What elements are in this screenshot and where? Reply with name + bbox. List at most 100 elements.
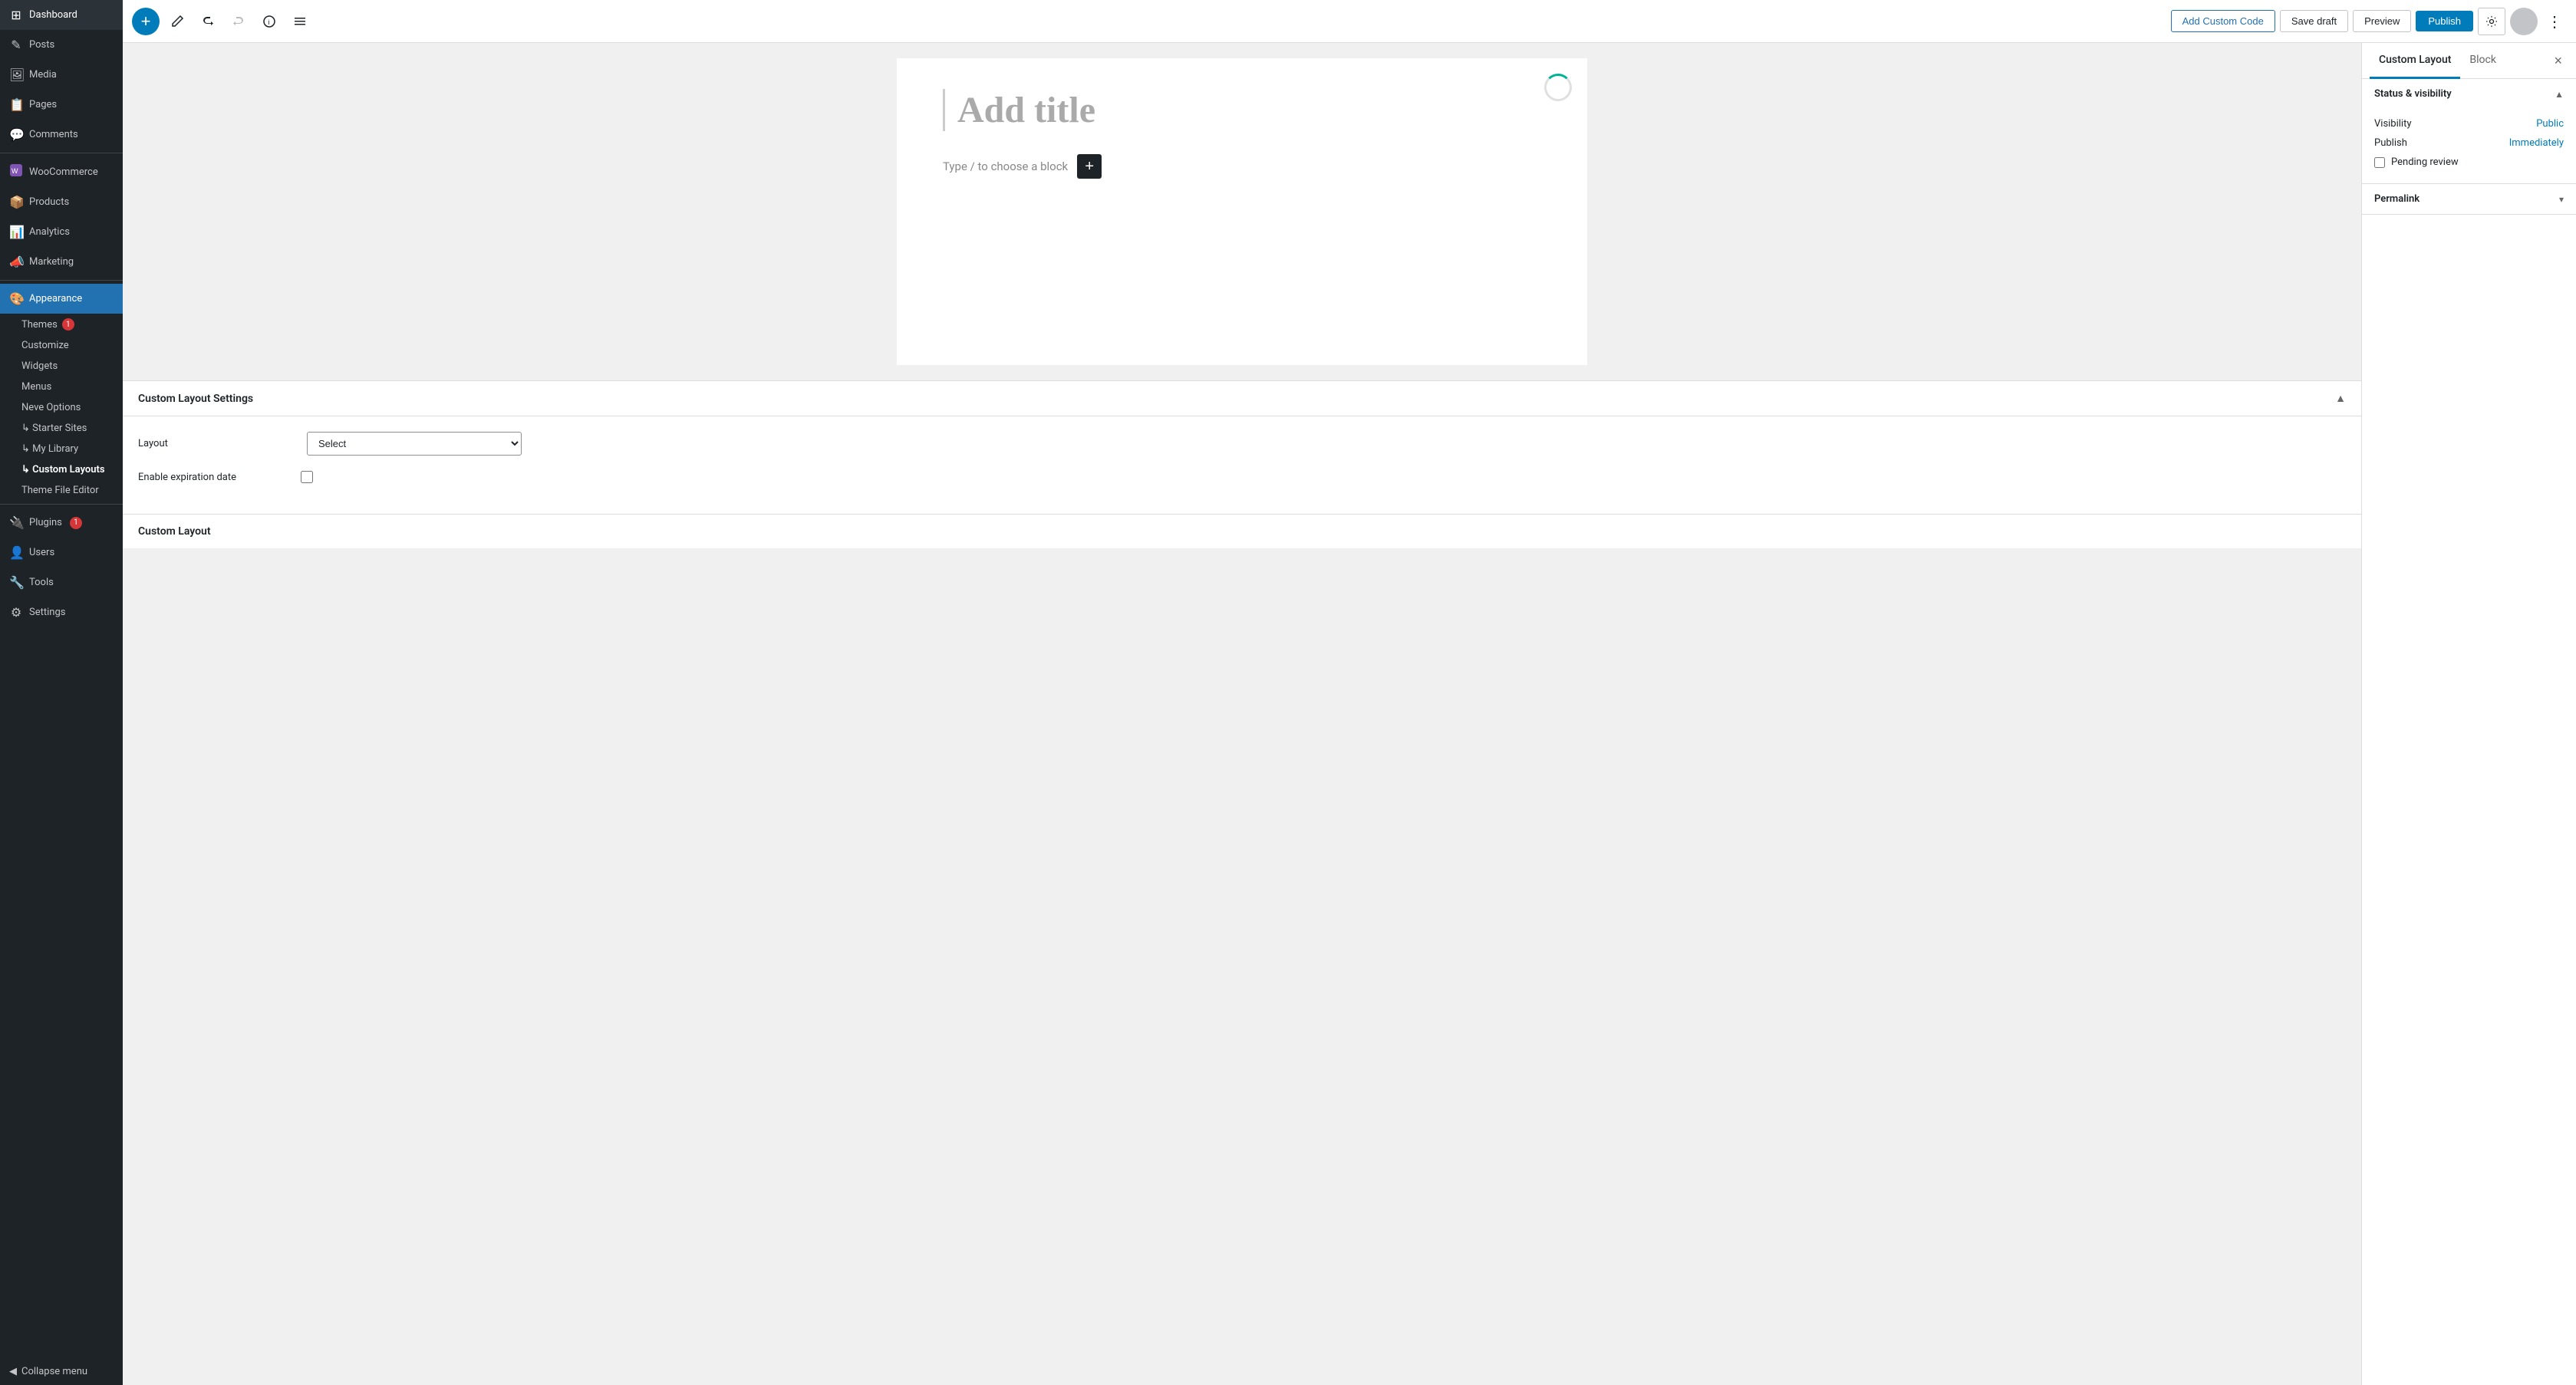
my-library-label: ↳ My Library (21, 443, 78, 455)
sidebar-item-label: Media (29, 69, 57, 81)
expiration-row: Enable expiration date (138, 471, 2346, 483)
appearance-icon: 🎨 (9, 291, 23, 306)
sidebar-item-pages[interactable]: 📋 Pages (0, 90, 123, 120)
starter-sites-label: ↳ Starter Sites (21, 423, 87, 434)
settings-panel-button[interactable] (2478, 8, 2505, 35)
collapse-label: Collapse menu (21, 1366, 87, 1377)
appearance-submenu: Themes 1 Customize Widgets Menus Neve Op… (0, 314, 123, 501)
sidebar-sub-theme-file-editor[interactable]: Theme File Editor (0, 480, 123, 501)
sidebar-item-users[interactable]: 👤 Users (0, 538, 123, 567)
visibility-value[interactable]: Public (2536, 118, 2564, 130)
collapse-icon: ◀ (9, 1366, 17, 1377)
users-icon: 👤 (9, 545, 23, 560)
sidebar-item-label: Tools (29, 577, 54, 588)
preview-button[interactable]: Preview (2353, 10, 2411, 32)
tab-block[interactable]: Block (2460, 43, 2505, 79)
status-visibility-section: Status & visibility ▲ Visibility Public … (2362, 79, 2576, 184)
sidebar-sub-customize[interactable]: Customize (0, 335, 123, 356)
plugins-icon: 🔌 (9, 515, 23, 530)
pending-review-row: Pending review (2374, 156, 2564, 168)
status-chevron-up: ▲ (2555, 89, 2564, 100)
sidebar-item-woocommerce[interactable]: W WooCommerce (0, 156, 123, 187)
widgets-label: Widgets (21, 360, 58, 372)
sidebar-item-label: Posts (29, 39, 54, 51)
block-placeholder-text: Type / to choose a block (943, 160, 1068, 173)
edit-mode-button[interactable] (164, 10, 190, 33)
tab-custom-layout[interactable]: Custom Layout (2370, 43, 2460, 79)
add-block-inline-button[interactable]: + (1077, 154, 1102, 179)
dashboard-icon: ⊞ (9, 8, 23, 22)
sidebar-item-analytics[interactable]: 📊 Analytics (0, 217, 123, 247)
tools-icon: 🔧 (9, 575, 23, 590)
pending-review-label: Pending review (2391, 156, 2459, 168)
sidebar-sub-menus[interactable]: Menus (0, 377, 123, 397)
sidebar-sub-custom-layouts[interactable]: ↳ Custom Layouts (0, 459, 123, 480)
theme-file-editor-label: Theme File Editor (21, 485, 99, 496)
right-panel-close-button[interactable]: × (2548, 50, 2568, 72)
publish-button[interactable]: Publish (2416, 11, 2473, 31)
status-visibility-title: Status & visibility (2374, 88, 2452, 100)
block-placeholder-area[interactable]: Type / to choose a block + (943, 154, 1541, 179)
editor-canvas-area: Add title Type / to choose a block + Cus… (123, 43, 2361, 1385)
sidebar-sub-starter-sites[interactable]: ↳ Starter Sites (0, 418, 123, 439)
sidebar-item-tools[interactable]: 🔧 Tools (0, 567, 123, 597)
editor-canvas: Add title Type / to choose a block + (897, 58, 1587, 365)
expiration-checkbox[interactable] (301, 471, 313, 483)
layout-label: Layout (138, 438, 292, 449)
sidebar-item-marketing[interactable]: 📣 Marketing (0, 247, 123, 277)
add-block-button[interactable]: + (132, 8, 160, 35)
save-draft-button[interactable]: Save draft (2280, 10, 2348, 32)
details-button[interactable]: i (256, 10, 282, 33)
sidebar-sub-widgets[interactable]: Widgets (0, 356, 123, 377)
sidebar-item-label: Dashboard (29, 9, 77, 21)
themes-badge: 1 (62, 318, 74, 331)
visibility-label: Visibility (2374, 118, 2412, 130)
sidebar-sub-neve-options[interactable]: Neve Options (0, 397, 123, 418)
collapse-menu-button[interactable]: ◀ Collapse menu (0, 1358, 123, 1385)
settings-icon: ⚙ (9, 605, 23, 620)
visibility-row: Visibility Public (2374, 118, 2564, 130)
publish-value[interactable]: Immediately (2509, 137, 2564, 149)
sidebar-item-dashboard[interactable]: ⊞ Dashboard (0, 0, 123, 30)
marketing-icon: 📣 (9, 255, 23, 269)
permalink-header[interactable]: Permalink ▾ (2362, 184, 2576, 214)
settings-collapse-chevron: ▲ (2335, 392, 2346, 405)
sidebar: ⊞ Dashboard ✎ Posts 🖼 Media 📋 Pages 💬 Co… (0, 0, 123, 1385)
status-visibility-header[interactable]: Status & visibility ▲ (2362, 79, 2576, 109)
sidebar-item-products[interactable]: 📦 Products (0, 187, 123, 217)
sidebar-divider-2 (0, 280, 123, 281)
redo-button[interactable] (226, 10, 252, 33)
comments-icon: 💬 (9, 127, 23, 142)
sidebar-item-posts[interactable]: ✎ Posts (0, 30, 123, 60)
title-placeholder[interactable]: Add title (957, 89, 1541, 131)
sidebar-item-label: Plugins (29, 517, 62, 528)
sidebar-item-comments[interactable]: 💬 Comments (0, 120, 123, 150)
sidebar-item-appearance[interactable]: 🎨 Appearance (0, 284, 123, 314)
sidebar-item-label: Pages (29, 99, 57, 110)
svg-text:i: i (268, 18, 270, 26)
plugins-badge: 1 (70, 517, 82, 529)
add-custom-code-button[interactable]: Add Custom Code (2171, 10, 2275, 32)
sidebar-item-label: WooCommerce (29, 166, 98, 178)
settings-header[interactable]: Custom Layout Settings ▲ (123, 381, 2361, 416)
sidebar-item-plugins[interactable]: 🔌 Plugins 1 (0, 508, 123, 538)
pending-review-checkbox[interactable] (2374, 157, 2385, 168)
sidebar-sub-themes[interactable]: Themes 1 (0, 314, 123, 335)
permalink-title: Permalink (2374, 193, 2420, 205)
sidebar-item-label: Marketing (29, 256, 74, 268)
sidebar-sub-my-library[interactable]: ↳ My Library (0, 439, 123, 459)
woocommerce-icon: W (9, 164, 23, 179)
layout-select[interactable]: Select Hook Custom Post Type Single Post… (307, 432, 522, 456)
title-area[interactable]: Add title (943, 89, 1541, 131)
right-panel: Custom Layout Block × Status & visibilit… (2361, 43, 2576, 1385)
analytics-icon: 📊 (9, 225, 23, 239)
more-options-button[interactable]: ⋮ (2542, 9, 2567, 34)
custom-layouts-label: ↳ Custom Layouts (21, 464, 105, 475)
sidebar-item-label: Comments (29, 129, 78, 140)
sidebar-item-settings[interactable]: ⚙ Settings (0, 597, 123, 627)
media-icon: 🖼 (9, 67, 23, 82)
sidebar-item-media[interactable]: 🖼 Media (0, 60, 123, 90)
list-view-button[interactable] (287, 10, 313, 33)
undo-button[interactable] (195, 10, 221, 33)
user-avatar[interactable] (2510, 8, 2538, 35)
